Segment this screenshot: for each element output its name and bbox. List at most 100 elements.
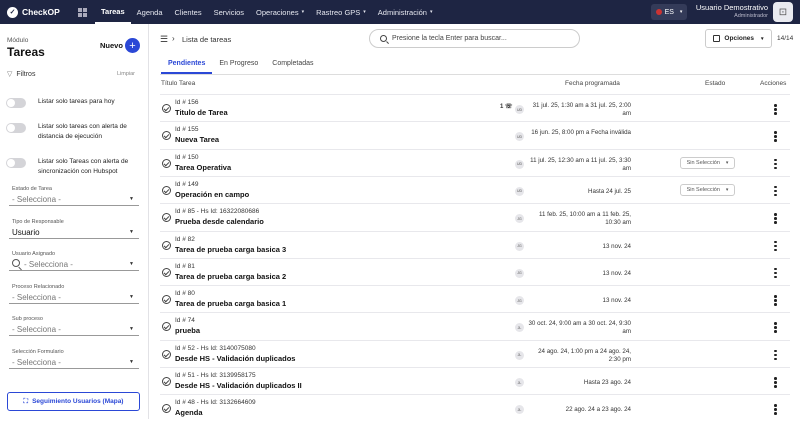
more-actions-icon[interactable] bbox=[774, 322, 777, 333]
page-title: Tareas bbox=[7, 45, 45, 59]
more-actions-icon[interactable] bbox=[774, 240, 777, 251]
task-title[interactable]: Prueba desde calendario bbox=[175, 217, 264, 226]
logo-check-icon: ✓ bbox=[7, 6, 18, 18]
task-title[interactable]: Titulo de Tarea bbox=[175, 108, 228, 117]
complete-check-icon[interactable] bbox=[162, 267, 171, 277]
filter-label: Usuario Asignado bbox=[12, 251, 56, 257]
task-title[interactable]: prueba bbox=[175, 326, 200, 335]
state-select[interactable]: Sin Selección ▾ bbox=[680, 183, 735, 196]
menu-icon[interactable]: ☰ bbox=[160, 34, 168, 45]
new-task-button[interactable]: + bbox=[125, 38, 140, 53]
complete-check-icon[interactable] bbox=[162, 213, 171, 223]
nav-item-operaciones[interactable]: Operaciones ▾ bbox=[250, 0, 310, 24]
nav-item-clientes[interactable]: Clientes bbox=[169, 0, 208, 24]
nav-item-administraci-n[interactable]: Administración ▾ bbox=[372, 0, 439, 24]
more-actions-icon[interactable] bbox=[774, 185, 777, 197]
toggle-label: Listar solo tareas para hoy bbox=[38, 98, 115, 105]
task-title[interactable]: Nueva Tarea bbox=[175, 135, 219, 144]
more-actions-icon[interactable] bbox=[774, 104, 777, 115]
assignee-avatar: JL bbox=[515, 350, 524, 360]
table-row[interactable]: Id # 156 Titulo de Tarea 1 ☏ UD 31 jul. 25, … bbox=[160, 94, 790, 121]
complete-check-icon[interactable] bbox=[162, 377, 171, 386]
more-actions-icon[interactable] bbox=[774, 404, 777, 415]
filter-select[interactable]: Estado de Tarea - Selecciona - ▼ bbox=[9, 186, 139, 206]
complete-check-icon[interactable] bbox=[162, 295, 171, 305]
scheduled-date: Hasta 24 jul. 25 bbox=[588, 187, 631, 195]
table-row[interactable]: Id # 149 Operación en campo UD Hasta 24 jul… bbox=[160, 175, 790, 203]
task-title[interactable]: Tarea de prueba carga basica 1 bbox=[175, 299, 286, 308]
assignee-avatar: UD bbox=[515, 159, 524, 169]
filter-toggle-row[interactable]: Listar solo tareas para hoy bbox=[6, 97, 141, 108]
app-logo[interactable]: ✓ CheckOP bbox=[0, 6, 78, 18]
more-actions-icon[interactable] bbox=[774, 295, 777, 306]
state-select[interactable]: Sin Selección ▾ bbox=[680, 156, 735, 169]
task-title[interactable]: Tarea de prueba carga basica 3 bbox=[175, 245, 286, 254]
search-input[interactable]: Presione la tecla Enter para buscar... bbox=[369, 29, 580, 48]
filter-toggle-row[interactable]: Listar solo tareas con alerta de distanc… bbox=[6, 122, 141, 142]
filter-select[interactable]: Usuario Asignado - Selecciona - ▼ bbox=[9, 251, 139, 271]
task-title[interactable]: Agenda bbox=[175, 408, 203, 417]
complete-check-icon[interactable] bbox=[162, 104, 171, 113]
users-map-button[interactable]: ⛶ Seguimiento Usuarios (Mapa) bbox=[7, 392, 140, 411]
more-actions-icon[interactable] bbox=[774, 377, 777, 388]
more-actions-icon[interactable] bbox=[774, 158, 777, 170]
language-selector[interactable]: ES ▾ bbox=[651, 4, 687, 20]
clear-filters-button[interactable]: Limpiar bbox=[117, 71, 135, 77]
task-title[interactable]: Operación en campo bbox=[175, 190, 249, 199]
table-row[interactable]: Id # 48 - Hs Id: 3132664609 Agenda JL 22 ag… bbox=[160, 394, 790, 421]
toggle-label: Listar solo Tareas con alerta de sincron… bbox=[38, 158, 129, 175]
table-row[interactable]: Id # 80 Tarea de prueba carga basica 1 JG 1… bbox=[160, 285, 790, 312]
table-row[interactable]: Id # 52 - Hs Id: 3140075080 Desde HS - Va… bbox=[160, 339, 790, 367]
apps-grid-icon[interactable] bbox=[78, 7, 87, 17]
tab-completadas[interactable]: Completadas bbox=[265, 60, 320, 74]
filter-select[interactable]: Tipo de Responsable Usuario ▼ bbox=[9, 219, 139, 239]
task-title[interactable]: Desde HS - Validación duplicados bbox=[175, 354, 295, 363]
tab-pendientes[interactable]: Pendientes bbox=[161, 60, 213, 74]
table-row[interactable]: Id # 51 - Hs Id: 3139958175 Desde HS - Va… bbox=[160, 367, 790, 394]
table-row[interactable]: Id # 155 Nueva Tarea UD 16 jun. 25, 8:00 pm… bbox=[160, 121, 790, 148]
table-row[interactable]: Id # 150 Tarea Operativa UD 11 jul. 25, 12:… bbox=[160, 148, 790, 176]
nav-item-rastreo-gps[interactable]: Rastreo GPS ▾ bbox=[310, 0, 372, 24]
complete-check-icon[interactable] bbox=[162, 349, 171, 359]
nav-item-servicios[interactable]: Servicios bbox=[208, 0, 250, 24]
toggle-switch[interactable] bbox=[6, 98, 26, 108]
assignee-avatar: JG bbox=[515, 268, 524, 278]
toggle-switch[interactable] bbox=[6, 158, 26, 168]
table-row[interactable]: Id # 85 - Hs Id: 16322080686 Prueba desde… bbox=[160, 203, 790, 230]
table-row[interactable]: Id # 74 prueba JL 30 oct. 24, 9:00 am a 30 … bbox=[160, 312, 790, 339]
task-title[interactable]: Desde HS - Validación duplicados II bbox=[175, 381, 302, 390]
task-id: Id # 51 - Hs Id: 3139958175 bbox=[175, 372, 256, 379]
complete-check-icon[interactable] bbox=[162, 158, 171, 168]
flag-icon bbox=[655, 9, 662, 15]
options-button[interactable]: Opciones ▾ bbox=[705, 29, 772, 48]
complete-check-icon[interactable] bbox=[162, 322, 171, 332]
user-role: Administrador bbox=[734, 13, 768, 19]
filter-select[interactable]: Sub proceso - Selecciona - ▼ bbox=[9, 316, 139, 336]
more-actions-icon[interactable] bbox=[774, 131, 777, 142]
filter-select[interactable]: Selección Formulario - Selecciona - ▼ bbox=[9, 349, 139, 369]
filter-select[interactable]: Proceso Relacionado - Selecciona - ▼ bbox=[9, 284, 139, 304]
state-value: Sin Selección bbox=[686, 159, 720, 166]
user-menu[interactable]: Usuario Demostrativo Administrador bbox=[690, 3, 768, 21]
task-title[interactable]: Tarea de prueba carga basica 2 bbox=[175, 272, 286, 281]
more-actions-icon[interactable] bbox=[774, 349, 777, 361]
scheduled-date: 11 jul. 25, 12:30 am a 11 jul. 25, 3:30 … bbox=[530, 156, 631, 172]
tab-en-progreso[interactable]: En Progreso bbox=[212, 60, 265, 74]
comment-count-badge: 1 ☏ bbox=[500, 104, 513, 110]
more-actions-icon[interactable] bbox=[774, 213, 777, 224]
toggle-switch[interactable] bbox=[6, 123, 26, 133]
filter-value: - Selecciona - bbox=[12, 358, 61, 367]
nav-item-agenda[interactable]: Agenda bbox=[131, 0, 169, 24]
avatar[interactable]: ⊡ bbox=[773, 2, 793, 22]
scheduled-date: 16 jun. 25, 8:00 pm a Fecha inválida bbox=[531, 129, 631, 137]
complete-check-icon[interactable] bbox=[162, 404, 171, 414]
table-row[interactable]: Id # 81 Tarea de prueba carga basica 2 JG 1… bbox=[160, 257, 790, 285]
nav-item-tareas[interactable]: Tareas bbox=[95, 0, 131, 24]
filter-toggle-row[interactable]: Listar solo Tareas con alerta de sincron… bbox=[6, 157, 141, 177]
table-row[interactable]: Id # 82 Tarea de prueba carga basica 3 JG 1… bbox=[160, 230, 790, 258]
task-title[interactable]: Tarea Operativa bbox=[175, 163, 231, 172]
more-actions-icon[interactable] bbox=[774, 267, 777, 279]
complete-check-icon[interactable] bbox=[162, 185, 171, 195]
complete-check-icon[interactable] bbox=[162, 240, 171, 250]
complete-check-icon[interactable] bbox=[162, 131, 171, 141]
